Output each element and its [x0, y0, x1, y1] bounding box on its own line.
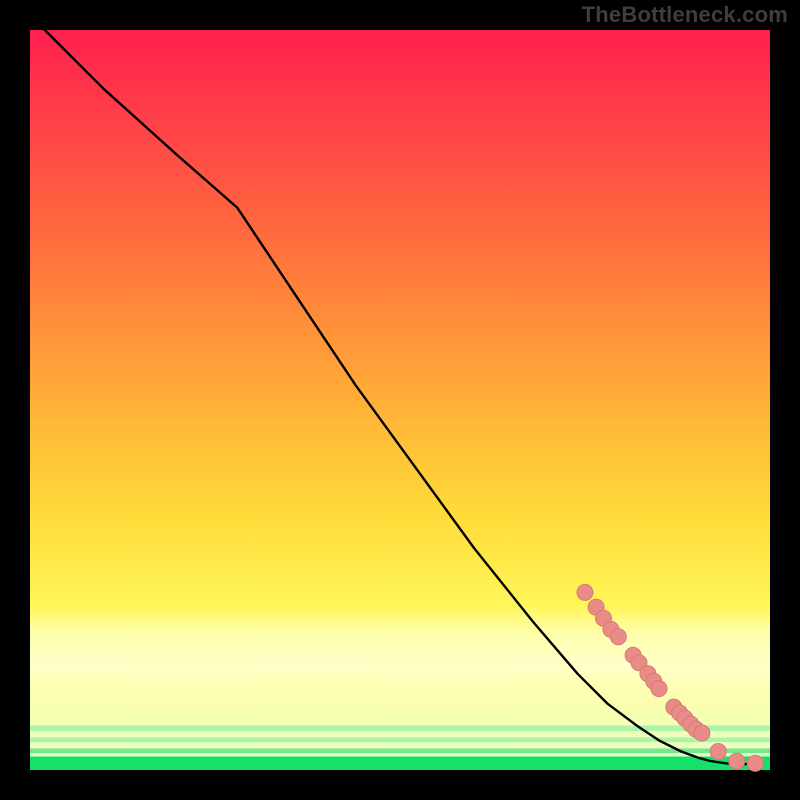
data-marker	[747, 755, 763, 771]
data-marker	[651, 681, 667, 697]
chart-stage: TheBottleneck.com	[0, 0, 800, 800]
marker-group	[577, 584, 763, 771]
data-marker	[729, 753, 745, 769]
data-marker	[694, 725, 710, 741]
curve-line	[45, 30, 755, 764]
watermark-text: TheBottleneck.com	[582, 2, 788, 28]
chart-overlay-svg	[30, 30, 770, 770]
data-marker	[710, 744, 726, 760]
data-marker	[577, 584, 593, 600]
data-marker	[610, 629, 626, 645]
